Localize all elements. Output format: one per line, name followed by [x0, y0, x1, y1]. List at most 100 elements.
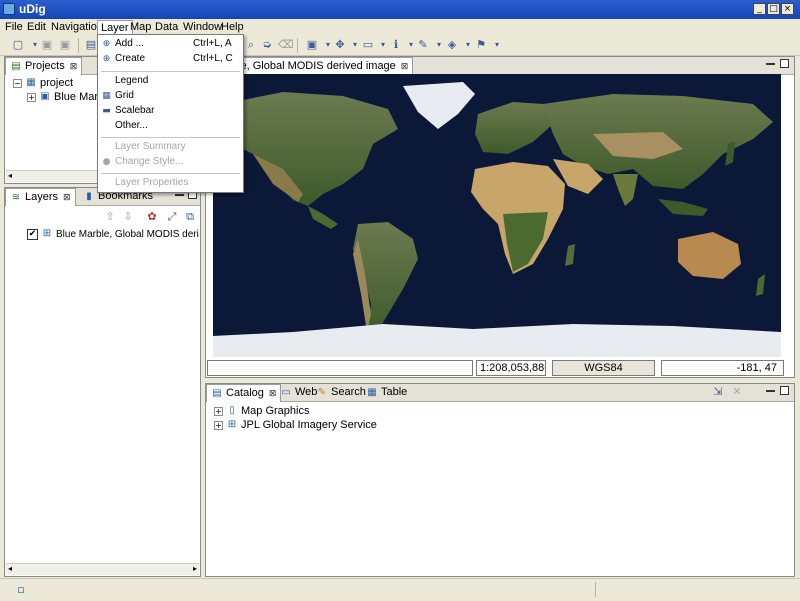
- map-editor-tabbar: Marble, Global MODIS derived image ⊠: [206, 57, 794, 75]
- menu-item-layer-properties: Layer Properties: [115, 177, 189, 188]
- box-dropdown-icon[interactable]: ▾: [376, 38, 390, 52]
- menu-edit[interactable]: Edit: [24, 20, 49, 34]
- expand-icon[interactable]: +: [214, 421, 223, 430]
- save-all-icon[interactable]: ▣: [58, 38, 72, 52]
- move-up-icon[interactable]: ⇧: [103, 210, 117, 224]
- layers-panel: ≋ Layers ⊠ ▮ Bookmarks ⇧ ⇩ ✿ ⤢ ⧉ ✔ ⊞ Blue M…: [4, 187, 201, 577]
- catalog-panel: ▤ Catalog ⊠ ▭ Web ✎ Search ▦ Table ⇲ ✕ + ▯ Ma…: [205, 383, 795, 577]
- eraser-icon[interactable]: ⌫: [278, 38, 294, 52]
- menu-item-create[interactable]: ⊕ Create Ctrl+L, C: [98, 52, 243, 67]
- maximize-icon[interactable]: [780, 59, 789, 68]
- remove-icon[interactable]: ✕: [730, 385, 744, 399]
- tab-layers[interactable]: ≋ Layers ⊠: [5, 188, 76, 206]
- table-icon: ▦: [367, 387, 377, 398]
- project-icon: ▦: [26, 77, 36, 88]
- info-icon[interactable]: ℹ: [389, 38, 403, 52]
- wms-service-icon: ⊞: [227, 419, 237, 430]
- bookmarks-icon: ▮: [86, 191, 92, 202]
- maximize-icon[interactable]: [780, 386, 789, 395]
- tab-table[interactable]: ▦ Table: [362, 384, 411, 402]
- menu-help[interactable]: Help: [218, 20, 247, 34]
- grid-icon: ▦: [102, 91, 111, 101]
- add-layer-icon: ⊕: [102, 39, 111, 49]
- projects-icon: ▤: [11, 61, 21, 72]
- scroll-right-icon[interactable]: ▸: [193, 564, 197, 573]
- window-title: uDig: [19, 2, 46, 16]
- project-label: project: [40, 77, 74, 89]
- close-icon[interactable]: ⊠: [70, 62, 78, 72]
- pan-tool-icon[interactable]: ✥: [333, 38, 347, 52]
- crs-field[interactable]: WGS84: [552, 360, 655, 376]
- maximize-button[interactable]: □: [767, 3, 780, 15]
- pan-next-icon[interactable]: ➭: [260, 38, 274, 52]
- menu-file[interactable]: File: [2, 20, 26, 34]
- box-select-icon[interactable]: ▭: [361, 38, 375, 52]
- menu-bar: File Edit Navigation Layer Map Data Wind…: [0, 19, 800, 35]
- scale-field[interactable]: 1:208,053,886: [476, 360, 546, 376]
- paint-dropdown-icon[interactable]: ▾: [490, 38, 504, 52]
- create-feature-icon[interactable]: ◈: [445, 38, 459, 52]
- menu-item-grid[interactable]: ▦ Grid: [98, 89, 243, 104]
- menu-item-layer-summary: Layer Summary: [115, 141, 186, 152]
- tab-catalog[interactable]: ▤ Catalog ⊠: [206, 384, 282, 402]
- style-icon[interactable]: ⤢: [165, 210, 179, 224]
- menu-item-change-style: ● Change Style...: [102, 156, 184, 167]
- edit-tool-icon[interactable]: ✎: [416, 38, 430, 52]
- menu-data[interactable]: Data: [152, 20, 181, 34]
- collapse-icon[interactable]: −: [13, 79, 22, 88]
- minimize-button[interactable]: _: [753, 3, 766, 15]
- raster-layer-icon: ⊞: [42, 229, 52, 239]
- close-icon[interactable]: ⊠: [63, 193, 71, 203]
- menu-item-legend[interactable]: Legend: [98, 74, 243, 89]
- paint-icon[interactable]: ⚑: [474, 38, 488, 52]
- catalog-item[interactable]: + ⊞ JPL Global Imagery Service: [212, 419, 512, 433]
- edit-dropdown-icon[interactable]: ▾: [432, 38, 446, 52]
- scroll-left-icon[interactable]: ◂: [8, 564, 12, 573]
- new-icon[interactable]: ▢: [11, 38, 25, 52]
- menu-item-add[interactable]: ⊕ Add ... Ctrl+L, A: [98, 37, 243, 52]
- print-icon[interactable]: ▤: [84, 38, 98, 52]
- catalog-item-label: JPL Global Imagery Service: [241, 419, 377, 431]
- close-icon[interactable]: ⊠: [401, 62, 409, 72]
- close-button[interactable]: ×: [781, 3, 794, 15]
- color-icon[interactable]: ✿: [145, 210, 159, 224]
- map-graphics-icon: ▯: [229, 405, 235, 416]
- menu-item-other[interactable]: Other...: [98, 119, 243, 134]
- coordinates-field: -181, 47: [661, 360, 784, 376]
- style-icon: ●: [102, 157, 111, 167]
- move-down-icon[interactable]: ⇩: [121, 210, 135, 224]
- catalog-item[interactable]: + ▯ Map Graphics: [212, 405, 512, 419]
- fast-view-icon[interactable]: ▫: [14, 583, 28, 597]
- import-icon[interactable]: ⇲: [711, 385, 725, 399]
- layer-row[interactable]: ✔ ⊞ Blue Marble, Global MODIS derived im…: [27, 229, 199, 243]
- menu-map[interactable]: Map: [127, 20, 154, 34]
- web-icon: ▭: [281, 387, 291, 398]
- scroll-left-icon[interactable]: ◂: [8, 171, 12, 180]
- pan-dropdown-icon[interactable]: ▾: [348, 38, 362, 52]
- selection-icon[interactable]: ▣: [305, 38, 319, 52]
- expand-icon[interactable]: +: [214, 407, 223, 416]
- catalog-tabbar: ▤ Catalog ⊠ ▭ Web ✎ Search ▦ Table ⇲ ✕: [206, 384, 794, 402]
- menu-item-scalebar[interactable]: ▬ Scalebar: [98, 104, 243, 119]
- udig-app-icon: [3, 3, 15, 15]
- minimize-icon[interactable]: [766, 390, 775, 392]
- zoom-icon[interactable]: ⌕: [244, 38, 258, 52]
- save-icon[interactable]: ▣: [40, 38, 54, 52]
- create-dropdown-icon[interactable]: ▾: [461, 38, 475, 52]
- minimize-icon[interactable]: [766, 63, 775, 65]
- catalog-item-label: Map Graphics: [241, 405, 310, 417]
- layer-visibility-checkbox[interactable]: ✔: [27, 229, 38, 240]
- expand-icon[interactable]: +: [27, 93, 36, 102]
- layer-label: Blue Marble, Global MODIS derived imag: [56, 229, 199, 240]
- world-map-image[interactable]: [213, 74, 781, 357]
- scalebar-icon: ▬: [102, 106, 111, 116]
- map-canvas[interactable]: [213, 74, 781, 357]
- layer-menu-dropdown: ⊕ Add ... Ctrl+L, A ⊕ Create Ctrl+L, C L…: [97, 34, 244, 193]
- layers-hscrollbar[interactable]: ◂ ▸: [6, 563, 199, 575]
- tab-projects[interactable]: ▤ Projects ⊠: [5, 57, 83, 75]
- catalog-icon: ▤: [212, 388, 222, 399]
- remove-layer-icon[interactable]: ⧉: [183, 210, 197, 224]
- map-icon: ▣: [40, 91, 50, 102]
- search-icon: ✎: [317, 387, 327, 398]
- minimize-icon[interactable]: [175, 194, 184, 196]
